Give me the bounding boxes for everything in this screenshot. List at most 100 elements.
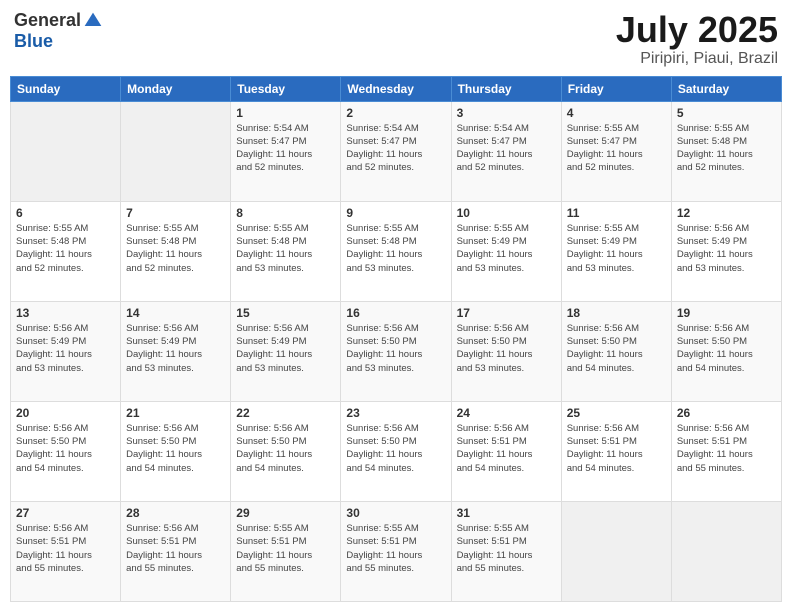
day-number: 8 [236,206,335,220]
day-info: Sunrise: 5:55 AM Sunset: 5:47 PM Dayligh… [567,122,666,175]
day-number: 24 [457,406,556,420]
table-row: 18 Sunrise: 5:56 AM Sunset: 5:50 PM Dayli… [561,301,671,401]
title-block: July 2025 Piripiri, Piaui, Brazil [616,10,778,68]
location: Piripiri, Piaui, Brazil [616,50,778,68]
table-row: 11 Sunrise: 5:55 AM Sunset: 5:49 PM Dayli… [561,201,671,301]
day-number: 18 [567,306,666,320]
day-number: 14 [126,306,225,320]
day-number: 29 [236,506,335,520]
day-number: 3 [457,106,556,120]
page: General Blue July 2025 Piripiri, Piaui, … [0,0,792,612]
table-row: 2Sunrise: 5:54 AM Sunset: 5:47 PM Daylig… [341,101,451,201]
table-row: 26 Sunrise: 5:56 AM Sunset: 5:51 PM Dayli… [671,401,781,501]
day-number: 13 [16,306,115,320]
day-info: Sunrise: 5:56 AM Sunset: 5:51 PM Dayligh… [126,522,225,575]
day-number: 4 [567,106,666,120]
calendar-week-2: 6 Sunrise: 5:55 AM Sunset: 5:48 PM Daylig… [11,201,782,301]
table-row: 22Sunrise: 5:56 AM Sunset: 5:50 PM Dayli… [231,401,341,501]
table-row: 29 Sunrise: 5:55 AM Sunset: 5:51 PM Dayli… [231,501,341,601]
day-number: 6 [16,206,115,220]
table-row: 30Sunrise: 5:55 AM Sunset: 5:51 PM Dayli… [341,501,451,601]
day-number: 17 [457,306,556,320]
table-row: 20 Sunrise: 5:56 AM Sunset: 5:50 PM Dayli… [11,401,121,501]
table-row: 8 Sunrise: 5:55 AM Sunset: 5:48 PM Daylig… [231,201,341,301]
calendar-week-5: 27 Sunrise: 5:56 AM Sunset: 5:51 PM Dayli… [11,501,782,601]
day-info: Sunrise: 5:56 AM Sunset: 5:49 PM Dayligh… [236,322,335,375]
day-info: Sunrise: 5:56 AM Sunset: 5:49 PM Dayligh… [126,322,225,375]
day-info: Sunrise: 5:55 AM Sunset: 5:48 PM Dayligh… [346,222,445,275]
day-number: 31 [457,506,556,520]
day-number: 19 [677,306,776,320]
table-row: 13 Sunrise: 5:56 AM Sunset: 5:49 PM Dayli… [11,301,121,401]
table-row: 4 Sunrise: 5:55 AM Sunset: 5:47 PM Daylig… [561,101,671,201]
day-number: 30 [346,506,445,520]
table-row: 17 Sunrise: 5:56 AM Sunset: 5:50 PM Dayli… [451,301,561,401]
day-info: Sunrise: 5:55 AM Sunset: 5:49 PM Dayligh… [457,222,556,275]
logo-general-text: General [14,10,81,31]
day-number: 23 [346,406,445,420]
header: General Blue July 2025 Piripiri, Piaui, … [10,10,782,68]
header-thursday: Thursday [451,76,561,101]
day-info: Sunrise: 5:56 AM Sunset: 5:50 PM Dayligh… [126,422,225,475]
header-friday: Friday [561,76,671,101]
header-tuesday: Tuesday [231,76,341,101]
table-row: 7Sunrise: 5:55 AM Sunset: 5:48 PM Daylig… [121,201,231,301]
calendar-week-4: 20 Sunrise: 5:56 AM Sunset: 5:50 PM Dayli… [11,401,782,501]
table-row: 28 Sunrise: 5:56 AM Sunset: 5:51 PM Dayli… [121,501,231,601]
table-row [561,501,671,601]
day-info: Sunrise: 5:55 AM Sunset: 5:48 PM Dayligh… [677,122,776,175]
day-info: Sunrise: 5:55 AM Sunset: 5:49 PM Dayligh… [567,222,666,275]
table-row: 21Sunrise: 5:56 AM Sunset: 5:50 PM Dayli… [121,401,231,501]
table-row: 5 Sunrise: 5:55 AM Sunset: 5:48 PM Daylig… [671,101,781,201]
day-number: 10 [457,206,556,220]
day-info: Sunrise: 5:54 AM Sunset: 5:47 PM Dayligh… [457,122,556,175]
table-row: 24Sunrise: 5:56 AM Sunset: 5:51 PM Dayli… [451,401,561,501]
table-row: 9 Sunrise: 5:55 AM Sunset: 5:48 PM Daylig… [341,201,451,301]
table-row: 1Sunrise: 5:54 AM Sunset: 5:47 PM Daylig… [231,101,341,201]
calendar-week-1: 1 Sunrise: 5:54 AM Sunset: 5:47 PM Daylig… [11,101,782,201]
day-info: Sunrise: 5:56 AM Sunset: 5:49 PM Dayligh… [16,322,115,375]
month-title: July 2025 [616,10,778,50]
calendar-table: Sunday Monday Tuesday Wednesday Thursday… [10,76,782,602]
table-row: 31 Sunrise: 5:55 AM Sunset: 5:51 PM Dayli… [451,501,561,601]
day-number: 28 [126,506,225,520]
day-number: 7 [126,206,225,220]
day-info: Sunrise: 5:55 AM Sunset: 5:51 PM Dayligh… [236,522,335,575]
header-monday: Monday [121,76,231,101]
day-info: Sunrise: 5:56 AM Sunset: 5:50 PM Dayligh… [677,322,776,375]
day-number: 20 [16,406,115,420]
table-row: 16Sunrise: 5:56 AM Sunset: 5:50 PM Dayli… [341,301,451,401]
table-row: 25 Sunrise: 5:56 AM Sunset: 5:51 PM Dayli… [561,401,671,501]
header-sunday: Sunday [11,76,121,101]
table-row [121,101,231,201]
table-row: 27 Sunrise: 5:56 AM Sunset: 5:51 PM Dayli… [11,501,121,601]
day-info: Sunrise: 5:55 AM Sunset: 5:51 PM Dayligh… [457,522,556,575]
table-row: 12 Sunrise: 5:56 AM Sunset: 5:49 PM Dayli… [671,201,781,301]
day-info: Sunrise: 5:56 AM Sunset: 5:50 PM Dayligh… [16,422,115,475]
day-number: 16 [346,306,445,320]
day-number: 26 [677,406,776,420]
day-info: Sunrise: 5:56 AM Sunset: 5:51 PM Dayligh… [567,422,666,475]
day-number: 9 [346,206,445,220]
table-row: 6Sunrise: 5:55 AM Sunset: 5:48 PM Daylig… [11,201,121,301]
day-info: Sunrise: 5:56 AM Sunset: 5:51 PM Dayligh… [16,522,115,575]
day-number: 5 [677,106,776,120]
logo-text: General [14,10,103,31]
logo-blue-text: Blue [14,31,53,52]
day-info: Sunrise: 5:56 AM Sunset: 5:50 PM Dayligh… [567,322,666,375]
day-number: 1 [236,106,335,120]
table-row [11,101,121,201]
day-info: Sunrise: 5:56 AM Sunset: 5:50 PM Dayligh… [457,322,556,375]
table-row: 15Sunrise: 5:56 AM Sunset: 5:49 PM Dayli… [231,301,341,401]
day-number: 12 [677,206,776,220]
day-number: 11 [567,206,666,220]
header-wednesday: Wednesday [341,76,451,101]
day-number: 27 [16,506,115,520]
day-info: Sunrise: 5:56 AM Sunset: 5:49 PM Dayligh… [677,222,776,275]
day-info: Sunrise: 5:56 AM Sunset: 5:51 PM Dayligh… [677,422,776,475]
day-info: Sunrise: 5:55 AM Sunset: 5:48 PM Dayligh… [236,222,335,275]
table-row: 10 Sunrise: 5:55 AM Sunset: 5:49 PM Dayli… [451,201,561,301]
day-number: 25 [567,406,666,420]
day-number: 2 [346,106,445,120]
calendar-week-3: 13 Sunrise: 5:56 AM Sunset: 5:49 PM Dayli… [11,301,782,401]
